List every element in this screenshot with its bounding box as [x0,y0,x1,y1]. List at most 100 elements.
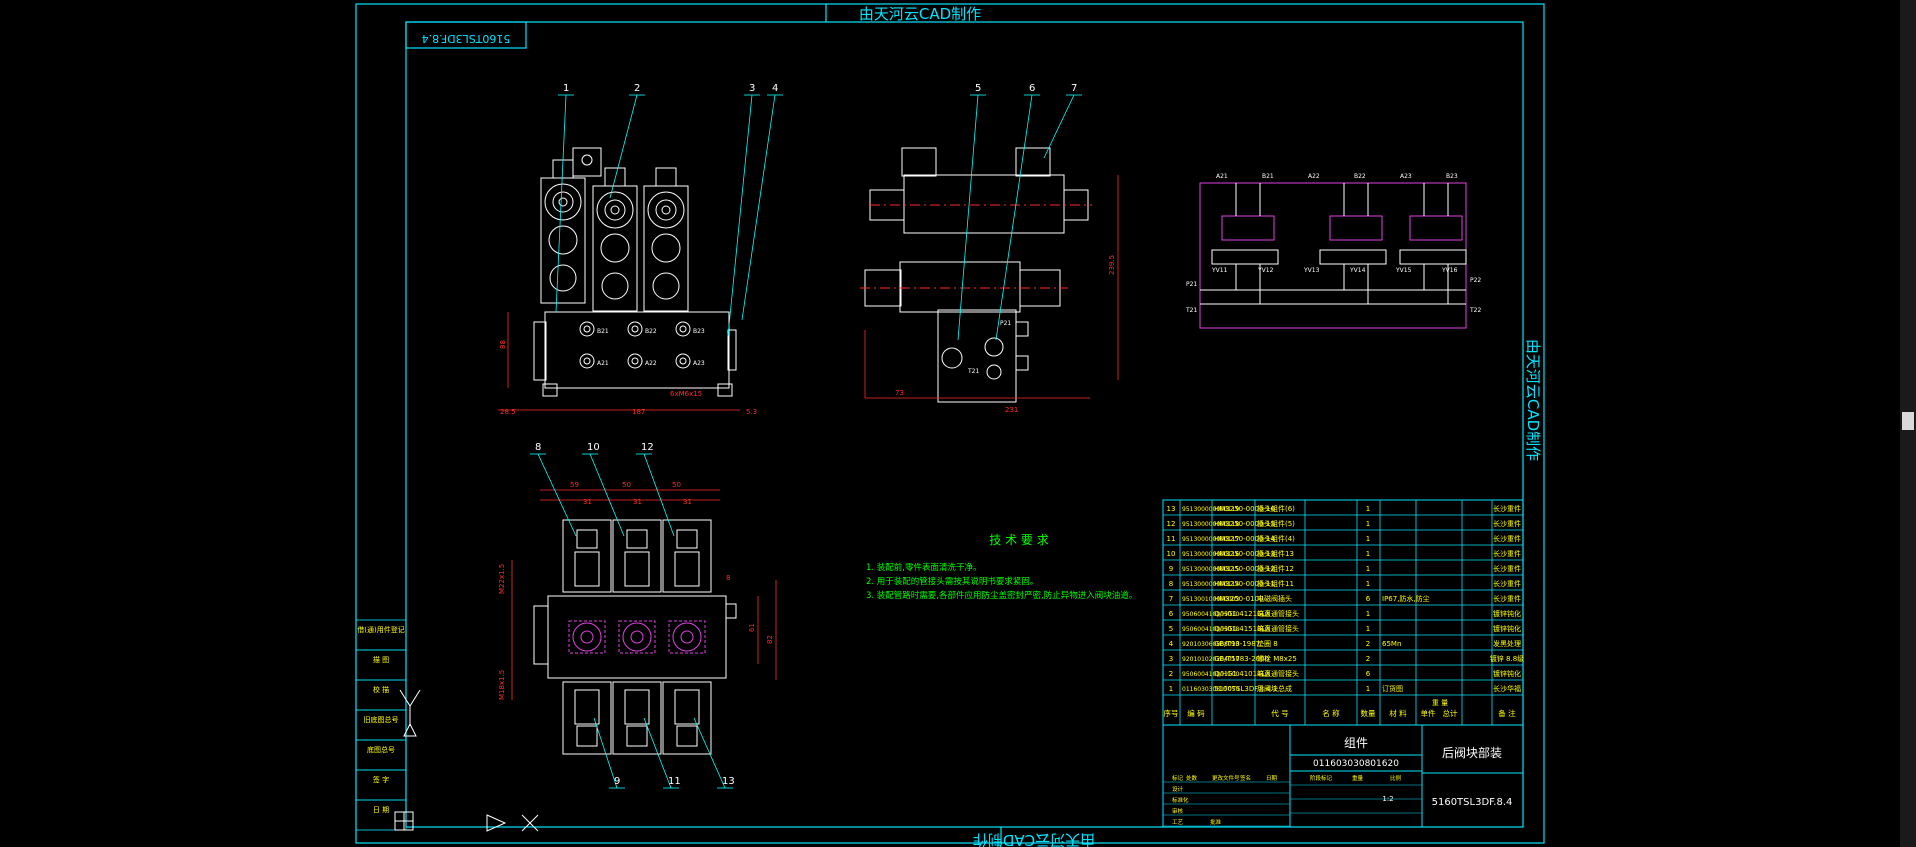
bom-cell-qty: 1 [1366,520,1370,528]
callout-number: 4 [772,83,778,94]
plan-plug-top [676,529,698,549]
plan-hidden-outline [618,620,656,654]
plan-coil-bottom [624,689,650,725]
inner-border [405,21,1524,828]
bom-cell-note: 镀锌 8.8级 [1490,654,1524,663]
bom-cell-qty: 6 [1366,595,1371,603]
side-panel-cell [355,769,407,801]
bom-cell-name: 垫圈 8 [1257,639,1278,648]
plan-plug-top [576,529,598,549]
port-fitting-core [631,357,639,365]
bom-cell-qty: 1 [1366,550,1370,558]
port-fitting-core [583,357,591,365]
schematic-bottom-label: YV15 [1395,267,1412,274]
title-label: 标准化 [1172,796,1189,804]
top-connector [572,147,602,177]
side-panel-label: 借(通)用件登记 [357,625,404,634]
bom-cell-name: 端直通管接头 [1257,624,1299,633]
callout-number: 12 [641,442,654,453]
tech-item-1: 1. 装配前,零件表面清洗干净。 [866,562,982,573]
bom-cell-qty: 1 [1366,535,1370,543]
bom-cell-no: 6 [1169,610,1174,618]
plan-plug-bottom [676,725,698,747]
watermark-top: 由天河云CAD制作 [859,5,981,23]
bom-cell-note: 镀锌钝化 [1493,609,1521,618]
title-scale: 1:2 [1382,795,1393,803]
callout-number: 13 [722,776,735,787]
scrollbar-thumb[interactable] [1902,412,1914,430]
bom-cell-qty: 1 [1366,625,1370,633]
bom-cell-note: 长沙重件 [1493,519,1521,528]
manifold-block [544,311,730,389]
callout-number: 1 [563,83,569,94]
port-label: T21 [967,368,979,375]
bom-cell-note: 镀锌钝化 [1493,669,1521,678]
callout-number: 10 [587,442,600,453]
bom-cell-name: 插头组件(6) [1257,504,1295,513]
left-side-panel: 借(通)用件登记描 图校 描旧底图总号底图总号签 字日 期 [355,619,407,831]
bom-cell-name: 电磁阀插头 [1257,594,1292,603]
port-circle [652,272,680,300]
callout-leader [995,94,1033,341]
title-label: 工艺 [1172,819,1184,826]
top-connector-left [901,147,937,177]
side-port [984,337,1004,357]
bom-header-cell: 序号 [1164,708,1179,718]
title-label: 日期 [1266,775,1278,782]
bom-cell-note: 镀锌钝化 [1493,624,1521,633]
bom-cell-note: 长沙重件 [1493,534,1521,543]
solenoid-body [643,185,689,312]
valve-box [1409,215,1463,241]
title-code: 011603030801620 [1313,759,1399,769]
title-label: 标记 [1172,774,1184,782]
dim-front-height-label: 88 [499,340,507,349]
side-panel-label: 校 描 [373,685,389,694]
dim-front-right-label: 5.3 [746,408,757,416]
schematic-left-label: P21 [1186,281,1197,288]
coil-core [558,197,568,207]
plan-coil-top [624,551,650,587]
bom-cell-name: 螺栓 M8x25 [1257,654,1297,663]
callout-number: 3 [749,83,755,94]
cad-drawing-canvas[interactable]: 由天河云CAD制作 由天河云CAD制作 由天河云CAD制作 5160TSL3DF… [0,0,1916,847]
plan-solenoid-bottom [562,681,612,755]
dim-pitch-a: 59 [570,481,579,489]
dim-sub-b: 31 [633,498,642,506]
tech-item-3: 3. 装配管路时需要,各部件应用防尘盖密封严密,防止异物进入阀块油道。 [866,590,1137,601]
vertical-scrollbar[interactable] [1900,0,1916,847]
coil-outer [647,191,685,229]
port-circle [548,225,578,255]
technical-requirements: 技 术 要 求 1. 装配前,零件表面清洗干净。 2. 用于装配的管接头需按其说… [866,533,1137,601]
dim-pitch-c: 50 [672,481,681,489]
plan-coil-top [674,551,700,587]
bom-cell-name: 端直通管接头 [1257,609,1299,618]
schematic-bottom-label: YV16 [1441,267,1458,274]
bom-mass-header: 重 量 [1432,699,1448,707]
side-panel-cell [355,649,407,681]
port-fitting-core [631,325,639,333]
schematic-right-label: P22 [1470,277,1481,284]
coil-outer [544,183,582,221]
plan-solenoid-top [562,519,612,593]
callout-number: 7 [1071,83,1077,94]
port-label: A23 [693,360,705,367]
callout-leader [537,453,577,537]
valve-box [1329,215,1383,241]
callout-number: 6 [1029,83,1035,94]
schematic-left-label: T21 [1185,307,1197,314]
callout-leader [727,94,753,337]
stamp-code: 5160TSL3DF.8.4 [422,32,511,45]
bom-cell-no: 8 [1169,580,1173,588]
coil-outer [596,191,634,229]
valve-body [903,174,1065,234]
plan-solenoid-bottom [662,681,712,755]
port-label: A22 [645,360,657,367]
dim-plan-h2-label: 61 [748,623,756,632]
bom-header-cell: 数量 [1361,708,1377,718]
callout-number: 2 [634,83,640,94]
y-axis-icon [399,689,421,726]
bom-header-cell: 材 料 [1389,708,1407,718]
side-view: P21 T21 [860,147,1092,403]
side-panel-cell [355,799,407,831]
title-label: 比例 [1390,774,1402,782]
